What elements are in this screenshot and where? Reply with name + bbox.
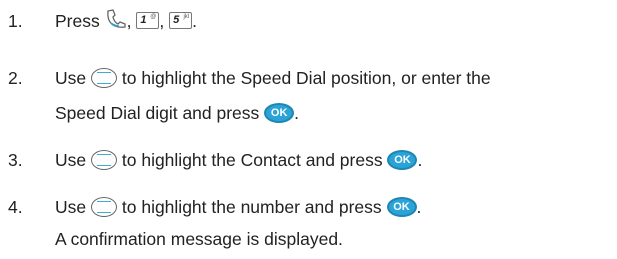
send-key-icon	[105, 8, 127, 30]
step-line: Use to highlight the number and press OK…	[55, 196, 422, 217]
step-number: 2.	[8, 68, 23, 88]
step-line: Use to highlight the Contact and press O…	[55, 149, 423, 170]
key-1-icon: 1 @	[136, 12, 160, 30]
ok-key-icon: OK	[387, 149, 418, 170]
step-number: 3.	[8, 150, 23, 170]
confirmation-text: A confirmation message is displayed.	[55, 229, 343, 249]
navigation-key-icon	[91, 67, 117, 88]
step-line: Speed Dial digit and press OK.	[55, 102, 300, 123]
step-number: 4.	[8, 197, 23, 217]
step-line: Press , 1 @, 5 jkl.	[55, 8, 197, 32]
ok-key-icon: OK	[264, 102, 295, 123]
key-5-icon: 5 jkl	[169, 12, 193, 30]
step-line: Use to highlight the Speed Dial position…	[55, 67, 491, 88]
step-number: 1.	[8, 11, 23, 31]
navigation-key-icon	[91, 196, 117, 217]
ok-key-icon: OK	[386, 196, 417, 217]
navigation-key-icon	[91, 149, 117, 170]
